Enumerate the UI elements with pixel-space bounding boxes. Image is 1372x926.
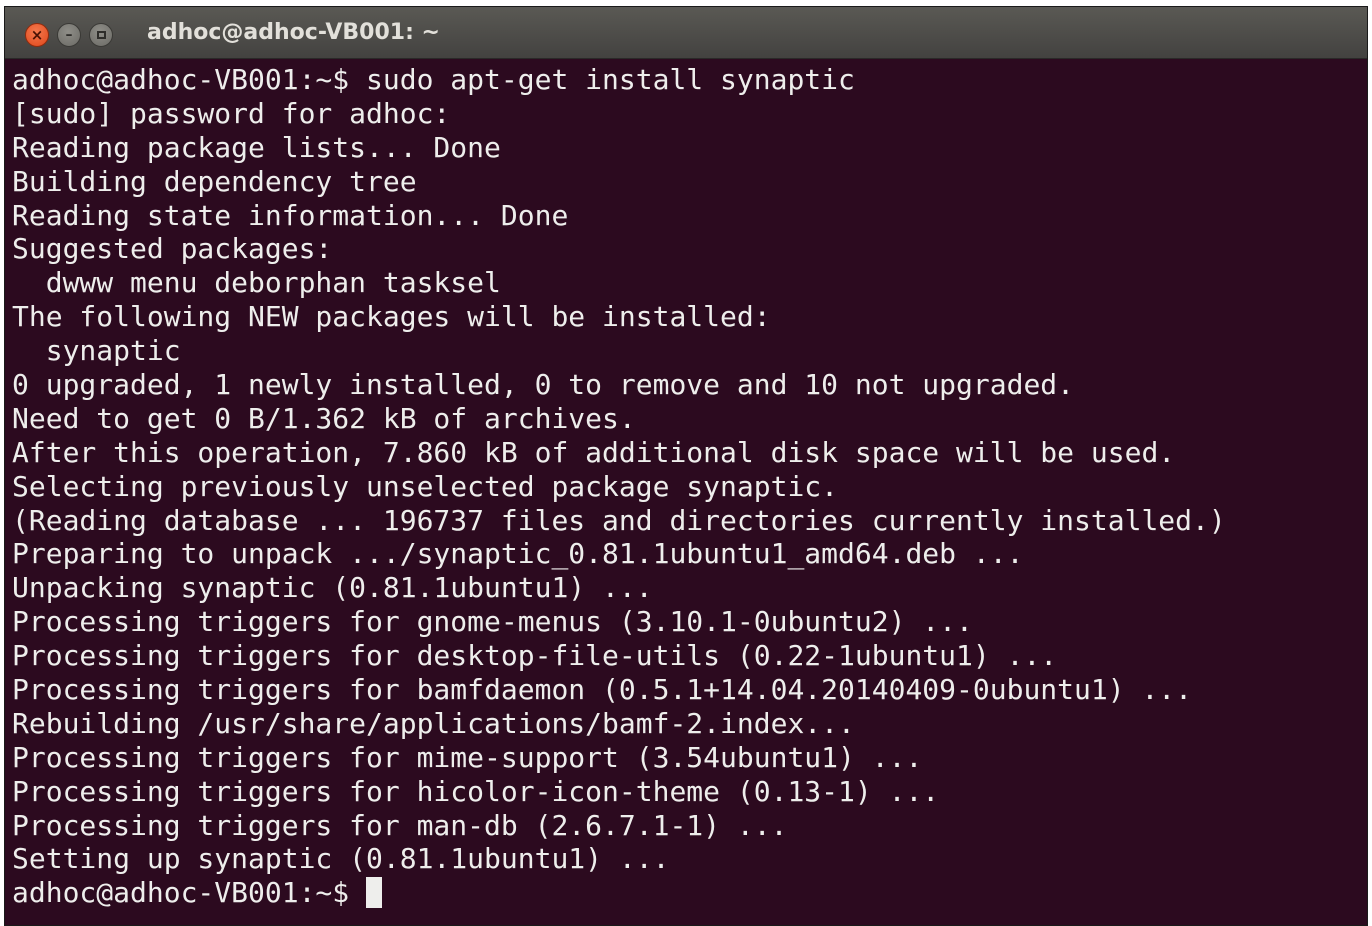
- maximize-icon[interactable]: [89, 23, 113, 47]
- terminal-line: Preparing to unpack .../synaptic_0.81.1u…: [12, 537, 1024, 571]
- terminal-line: Processing triggers for desktop-file-uti…: [12, 639, 1058, 673]
- terminal-line: Building dependency tree: [12, 164, 417, 198]
- title-bar[interactable]: × – adhoc@adhoc-VB001: ~: [5, 7, 1367, 59]
- terminal-output[interactable]: adhoc@adhoc-VB001:~$ sudo apt-get instal…: [12, 63, 1367, 925]
- terminal-line: Processing triggers for bamfdaemon (0.5.…: [12, 673, 1193, 707]
- terminal-window: × – adhoc@adhoc-VB001: ~ adhoc@adhoc-VB0…: [4, 6, 1368, 926]
- terminal-line: The following NEW packages will be insta…: [12, 300, 771, 334]
- terminal-line: [sudo] password for adhoc:: [12, 96, 451, 130]
- terminal-line: synaptic: [12, 334, 181, 368]
- terminal-line: Selecting previously unselected package …: [12, 469, 839, 503]
- terminal-line: Need to get 0 B/1.362 kB of archives.: [12, 401, 636, 435]
- terminal-line: Reading state information... Done: [12, 198, 569, 232]
- terminal-line: dwww menu deborphan tasksel: [12, 266, 501, 300]
- shell-prompt: adhoc@adhoc-VB001:~$: [12, 876, 367, 910]
- close-glyph: ×: [30, 25, 44, 44]
- terminal-line: Unpacking synaptic (0.81.1ubuntu1) ...: [12, 571, 653, 605]
- terminal-line: Processing triggers for gnome-menus (3.1…: [12, 605, 973, 639]
- terminal-line: Setting up synaptic (0.81.1ubuntu1) ...: [12, 842, 670, 876]
- maximize-square-glyph: [96, 31, 106, 39]
- terminal-line: Suggested packages:: [12, 232, 333, 266]
- terminal-line: (Reading database ... 196737 files and d…: [12, 503, 1226, 537]
- terminal-line: Reading package lists... Done: [12, 130, 501, 164]
- text-cursor: [366, 877, 383, 909]
- terminal-line: 0 upgraded, 1 newly installed, 0 to remo…: [12, 368, 1075, 402]
- terminal-line: Processing triggers for man-db (2.6.7.1-…: [12, 808, 788, 842]
- terminal-line: Processing triggers for mime-support (3.…: [12, 740, 923, 774]
- minimize-icon[interactable]: –: [57, 23, 81, 47]
- terminal-line: adhoc@adhoc-VB001:~$ sudo apt-get instal…: [12, 63, 855, 96]
- terminal-line: Processing triggers for hicolor-icon-the…: [12, 774, 940, 808]
- close-icon[interactable]: ×: [25, 23, 49, 47]
- prompt-line[interactable]: adhoc@adhoc-VB001:~$: [12, 876, 1367, 910]
- terminal-line: Rebuilding /usr/share/applications/bamf-…: [12, 706, 855, 740]
- window-title: adhoc@adhoc-VB001: ~: [147, 20, 440, 45]
- terminal-line: After this operation, 7.860 kB of additi…: [12, 435, 1176, 469]
- minimize-glyph: –: [65, 27, 73, 43]
